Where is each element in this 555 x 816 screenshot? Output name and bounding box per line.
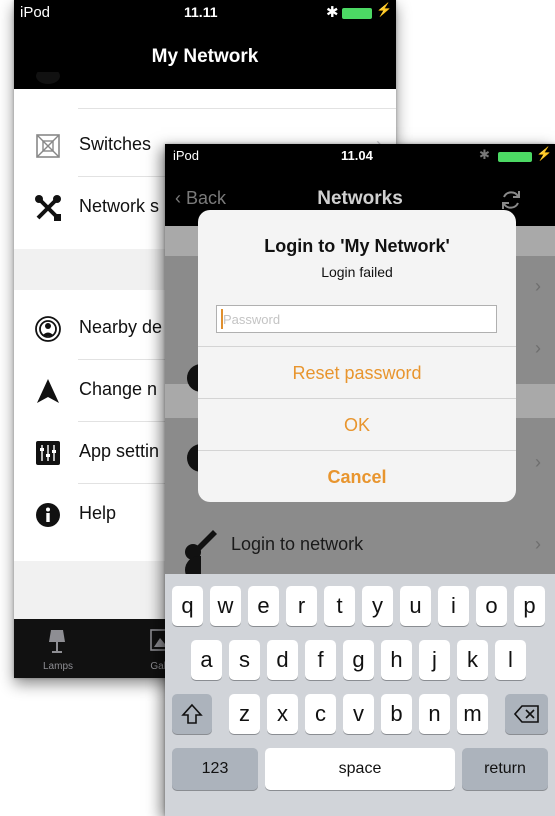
key-z[interactable]: z xyxy=(229,694,260,734)
list-item-partial[interactable] xyxy=(14,59,396,109)
list-item-label: Login to network xyxy=(231,534,364,554)
key-m[interactable]: m xyxy=(457,694,488,734)
key-p[interactable]: p xyxy=(514,586,545,626)
password-field[interactable] xyxy=(216,305,497,333)
chevron-right-icon: › xyxy=(535,276,541,296)
list-item-label: Help xyxy=(79,503,117,523)
chevron-right-icon: › xyxy=(535,338,541,358)
key-q[interactable]: q xyxy=(172,586,203,626)
key-a[interactable]: a xyxy=(191,640,222,680)
list-item-label: Switches xyxy=(79,134,152,154)
arrow-icon xyxy=(34,377,62,405)
key-g[interactable]: g xyxy=(343,640,374,680)
space-key[interactable]: space xyxy=(265,748,455,790)
key-x[interactable]: x xyxy=(267,694,298,734)
keyboard: q w e r t y u i o p a s d f g h j k l z … xyxy=(165,574,555,816)
sliders-icon xyxy=(34,439,62,467)
login-dialog: Login to 'My Network' Login failed Reset… xyxy=(198,210,516,502)
dialog-message: Login failed xyxy=(321,264,393,280)
dialog-title: Login to 'My Network' xyxy=(264,236,450,256)
key-w[interactable]: w xyxy=(210,586,241,626)
shift-key[interactable] xyxy=(172,694,212,734)
nearby-icon xyxy=(34,315,62,343)
key-f[interactable]: f xyxy=(305,640,336,680)
backspace-icon xyxy=(513,705,539,723)
status-bar: iPod 11.04 ✱ ⚡ xyxy=(165,144,555,166)
refresh-icon xyxy=(502,191,520,209)
list-item-label: App settin xyxy=(79,441,160,461)
key-h[interactable]: h xyxy=(381,640,412,680)
list-item-label: Network s xyxy=(79,196,160,216)
page-title: Networks xyxy=(317,188,403,209)
list-item-login-to-network[interactable]: Login to network › xyxy=(165,518,555,574)
list-item-label: Nearby de xyxy=(79,317,163,337)
key-u[interactable]: u xyxy=(400,586,431,626)
battery-icon xyxy=(342,8,372,19)
reset-password-button[interactable]: Reset password xyxy=(198,346,516,398)
bluetooth-icon: ✱ xyxy=(326,4,339,21)
chevron-right-icon: › xyxy=(535,534,541,554)
charging-icon: ⚡ xyxy=(376,2,393,17)
key-r[interactable]: r xyxy=(286,586,317,626)
partial-icon xyxy=(34,65,62,93)
switch-icon xyxy=(34,132,62,160)
numbers-key[interactable]: 123 xyxy=(172,748,258,790)
key-j[interactable]: j xyxy=(419,640,450,680)
carrier-label: iPod xyxy=(20,4,51,21)
key-i[interactable]: i xyxy=(438,586,469,626)
tab-lamps[interactable]: Lamps xyxy=(28,619,88,678)
shift-icon xyxy=(181,703,203,724)
key-k[interactable]: k xyxy=(457,640,488,680)
key-s[interactable]: s xyxy=(229,640,260,680)
status-time: 11.04 xyxy=(341,148,373,163)
chevron-right-icon: › xyxy=(535,452,541,472)
ok-button[interactable]: OK xyxy=(198,398,516,450)
status-bar: iPod 11.11 ✱ ⚡ xyxy=(14,2,396,24)
key-o[interactable]: o xyxy=(476,586,507,626)
carrier-label: iPod xyxy=(173,148,200,163)
tools-icon xyxy=(34,194,62,222)
key-t[interactable]: t xyxy=(324,586,355,626)
key-n[interactable]: n xyxy=(419,694,450,734)
backspace-key[interactable] xyxy=(505,694,548,734)
key-c[interactable]: c xyxy=(305,694,336,734)
key-d[interactable]: d xyxy=(267,640,298,680)
return-key[interactable]: return xyxy=(462,748,548,790)
key-b[interactable]: b xyxy=(381,694,412,734)
battery-icon xyxy=(498,152,532,162)
cancel-button[interactable]: Cancel xyxy=(198,450,516,502)
bluetooth-icon: ✱ xyxy=(479,147,490,162)
key-e[interactable]: e xyxy=(248,586,279,626)
lamp-icon xyxy=(49,630,65,653)
list-item-label: Change n xyxy=(79,379,158,399)
text-cursor xyxy=(221,309,223,329)
key-l[interactable]: l xyxy=(495,640,526,680)
networks-screen: iPod 11.04 ✱ ⚡ ‹ Back Networks › › › Log… xyxy=(165,144,555,816)
status-time: 11.11 xyxy=(184,4,218,20)
charging-icon: ⚡ xyxy=(536,146,553,161)
key-y[interactable]: y xyxy=(362,586,393,626)
info-icon xyxy=(34,501,62,529)
key-icon xyxy=(185,530,217,560)
key-v[interactable]: v xyxy=(343,694,374,734)
tab-label: Lamps xyxy=(42,661,73,672)
